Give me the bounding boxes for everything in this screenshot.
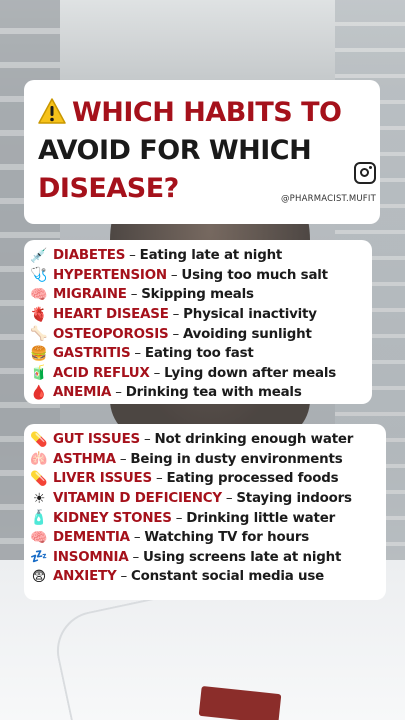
habit-text: Lying down after meals — [164, 365, 337, 381]
separator-dash: – — [170, 267, 178, 283]
separator-dash: – — [172, 307, 180, 323]
disease-name: ANXIETY — [53, 569, 117, 585]
separator-dash: – — [133, 530, 141, 546]
disease-name: VITAMIN D DEFICIENCY — [53, 491, 222, 507]
habit-text: Using screens late at night — [143, 549, 342, 565]
heart-icon: 🫀 — [30, 306, 48, 323]
list-item: 🦴 OSTEOPOROSIS – Avoiding sunlight — [30, 324, 372, 344]
disease-name: KIDNEY STONES — [53, 510, 172, 526]
habit-text: Drinking little water — [186, 510, 335, 526]
lungs-icon: 🫁 — [30, 451, 48, 468]
disease-name: DIABETES — [53, 248, 126, 264]
habit-text: Eating late at night — [139, 248, 283, 264]
title-card: WHICH HABITS TO AVOID FOR WHICH DISEASE?… — [24, 80, 380, 224]
anxious-face-icon: 😨 — [31, 568, 47, 585]
bone-icon: 🦴 — [30, 326, 48, 343]
instagram-icon — [354, 162, 376, 184]
habit-text: Watching TV for hours — [144, 530, 309, 546]
habit-text: Staying indoors — [236, 491, 352, 507]
disease-name: ACID REFLUX — [53, 365, 150, 381]
habit-text: Physical inactivity — [183, 307, 317, 323]
list-item: 🧃 ACID REFLUX – Lying down after meals — [30, 364, 372, 384]
separator-dash: – — [132, 549, 140, 565]
habit-text: Constant social media use — [130, 569, 325, 585]
separator-dash: – — [172, 326, 179, 342]
list-item: 😨 ANXIETY – Constant social media use — [30, 567, 386, 587]
antacid-icon: 🧃 — [30, 365, 48, 382]
burger-icon: 🍔 — [30, 345, 48, 362]
title-red-line-1: WHICH HABITS TO — [72, 97, 342, 128]
title-line-2: AVOID FOR WHICH — [38, 135, 312, 166]
disease-name: ANEMIA — [53, 385, 112, 401]
separator-dash: – — [225, 491, 233, 507]
habit-text: Eating too fast — [144, 346, 254, 362]
habit-text: Skipping meals — [141, 287, 254, 303]
habit-list-2: 💊 GUT ISSUES – Not drinking enough water 🫁 AS… — [24, 424, 386, 600]
water-bottle-icon: 🧴 — [30, 510, 48, 527]
habit-text: Avoiding sunlight — [182, 326, 312, 342]
list-item: 🫁 ASTHMA – Being in dusty environments — [30, 450, 386, 470]
title-line-1: WHICH HABITS TO — [38, 94, 366, 132]
disease-name: OSTEOPOROSIS — [53, 326, 169, 342]
separator-dash: – — [115, 385, 122, 401]
habit-text: Using too much salt — [181, 267, 328, 283]
sleep-icon: 💤 — [30, 549, 48, 566]
separator-dash: – — [153, 365, 161, 381]
disease-name: HYPERTENSION — [53, 267, 167, 283]
list-item: 🧠 MIGRAINE – Skipping meals — [30, 285, 372, 305]
list-item: 🍔 GASTRITIS – Eating too fast — [30, 344, 372, 364]
habit-text: Drinking tea with meals — [125, 385, 302, 401]
separator-dash: – — [130, 287, 138, 303]
separator-dash: – — [144, 432, 151, 448]
instagram-handle: @PHARMACIST.MUFIT — [280, 194, 376, 204]
list-item: 🧴 KIDNEY STONES – Drinking little water — [30, 508, 386, 528]
disease-name: ASTHMA — [53, 451, 116, 467]
disease-name: DEMENTIA — [53, 530, 130, 546]
habit-text: Not drinking enough water — [154, 432, 354, 448]
habit-text: Eating processed foods — [166, 471, 339, 487]
separator-dash: – — [129, 248, 136, 264]
separator-dash: – — [119, 451, 127, 467]
list-item: 🫀 HEART DISEASE – Physical inactivity — [30, 305, 372, 325]
disease-name: GASTRITIS — [53, 346, 131, 362]
habit-text: Being in dusty environments — [130, 451, 343, 467]
separator-dash: – — [155, 471, 163, 487]
capsule-icon: 💊 — [30, 470, 48, 487]
list-item: 🩸 ANEMIA – Drinking tea with meals — [30, 383, 372, 403]
separator-dash: – — [134, 346, 141, 362]
brain-icon: 🧠 — [30, 529, 48, 546]
blood-drop-icon: 🩸 — [30, 384, 48, 401]
syringe-icon: 💉 — [30, 247, 48, 264]
disease-name: GUT ISSUES — [53, 432, 140, 448]
sun-icon: ☀ — [32, 490, 46, 507]
disease-name: LIVER ISSUES — [53, 471, 152, 487]
brain-icon: 🧠 — [30, 286, 48, 303]
disease-name: MIGRAINE — [53, 287, 127, 303]
list-item: 💊 LIVER ISSUES – Eating processed foods — [30, 469, 386, 489]
list-item: 🧠 DEMENTIA – Watching TV for hours — [30, 528, 386, 548]
stethoscope-icon: 🩺 — [30, 267, 48, 284]
list-item: 💉 DIABETES – Eating late at night — [30, 246, 372, 266]
warning-icon — [38, 98, 66, 124]
separator-dash: – — [120, 569, 127, 585]
habit-list-1: 💉 DIABETES – Eating late at night 🩺 HYPERTENS… — [24, 240, 372, 404]
list-item: ☀ VITAMIN D DEFICIENCY – Staying indoors — [30, 489, 386, 509]
disease-name: HEART DISEASE — [53, 307, 169, 323]
disease-name: INSOMNIA — [53, 549, 129, 565]
list-item: 🩺 HYPERTENSION – Using too much salt — [30, 266, 372, 286]
separator-dash: – — [175, 510, 183, 526]
pill-icon: 💊 — [30, 431, 48, 448]
list-item: 💊 GUT ISSUES – Not drinking enough water — [30, 430, 386, 450]
list-item: 💤 INSOMNIA – Using screens late at night — [30, 548, 386, 568]
